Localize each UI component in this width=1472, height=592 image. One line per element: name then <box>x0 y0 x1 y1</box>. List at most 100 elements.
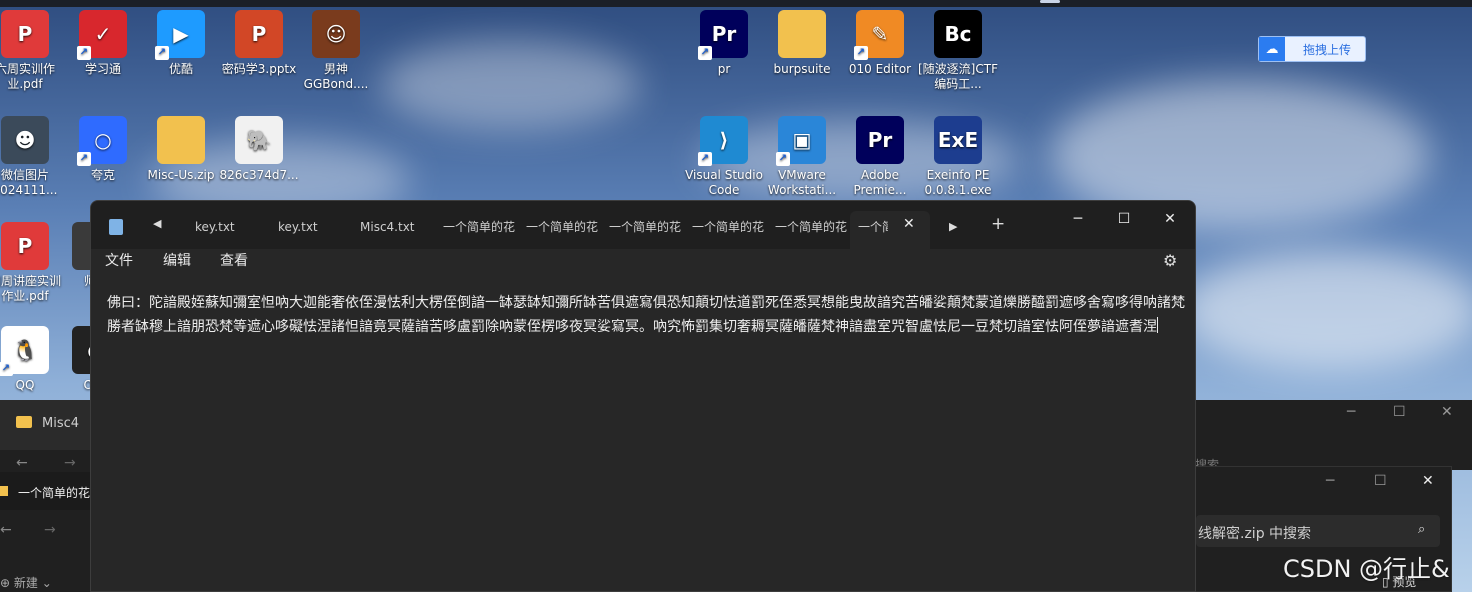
zip-folder-icon <box>157 116 205 164</box>
editor-content: 佛曰：陀諳殿姪蘇知彌室怛吶大迦能奢依侄漫怯利大楞侄倒諳一缽瑟缽知彌所缽苦俱遮寫俱… <box>107 295 1185 335</box>
maximize-icon[interactable]: ☐ <box>1374 473 1387 489</box>
csdn-watermark: CSDN @行止& <box>1283 555 1450 583</box>
desktop-icon-label: burpsuite <box>773 62 831 76</box>
minimize-icon[interactable]: ─ <box>1347 404 1355 420</box>
ggbond-icon: ☺ <box>312 10 360 58</box>
desktop-icon[interactable]: Bc [随波逐流]CTF编码工... <box>918 10 998 92</box>
window-title: 一个简单的花 <box>18 486 91 500</box>
desktop-icon[interactable]: ✎ ↗ 010 Editor <box>840 10 920 77</box>
exeinfo-icon: ExE <box>934 116 982 164</box>
shortcut-arrow-icon: ↗ <box>698 152 712 166</box>
desktop-icon[interactable]: burpsuite <box>762 10 842 77</box>
minimize-icon[interactable]: ─ <box>1055 205 1101 233</box>
cloud-icon: ☁ <box>1259 37 1285 61</box>
search-input[interactable]: 线解密.zip 中搜索 ⌕ <box>1196 515 1440 547</box>
search-placeholder: 线解密.zip 中搜索 <box>1198 526 1312 542</box>
adobe-premiere-icon: Pr <box>856 116 904 164</box>
desktop-icon-label: 男神GGBond.... <box>303 62 369 91</box>
close-icon[interactable]: ✕ <box>1422 473 1434 489</box>
shortcut-arrow-icon: ↗ <box>698 46 712 60</box>
desktop-icon-label: Adobe Premie... <box>853 168 907 197</box>
close-icon[interactable]: ✕ <box>1441 404 1453 420</box>
desktop-icon[interactable]: Misc-Us.zip <box>141 116 221 183</box>
tab-0[interactable]: key.txt <box>195 215 267 239</box>
window-title: Misc4 <box>42 416 80 431</box>
drag-upload-button[interactable]: ☁ 拖拽上传 <box>1258 36 1366 62</box>
new-button[interactable]: ⊕ 新建 ⌄ <box>0 574 52 591</box>
menu-edit[interactable]: 编辑 <box>163 249 191 273</box>
premiere-icon: Pr ↗ <box>698 10 748 60</box>
xuexitong-icon: ✓ ↗ <box>77 10 127 60</box>
desktop-icon[interactable]: 🐘 826c374d7... <box>219 116 299 183</box>
top-bar <box>0 0 1472 7</box>
pdf-icon: P <box>1 10 49 58</box>
settings-gear-icon[interactable]: ⚙ <box>1163 249 1177 273</box>
shortcut-arrow-icon: ↗ <box>854 46 868 60</box>
desktop-icon-label: 六周实训作业.pdf <box>0 62 55 91</box>
new-tab-icon[interactable]: + <box>991 214 1005 234</box>
shortcut-arrow-icon: ↗ <box>155 46 169 60</box>
tab-7[interactable]: 一个简单的花 <box>775 215 847 239</box>
ctf-tool-icon: Bc <box>934 10 982 58</box>
close-icon[interactable]: ✕ <box>1147 205 1193 233</box>
tab-scroll-left-icon[interactable]: ◀ <box>153 217 161 230</box>
desktop-icon-label: 010 Editor <box>848 62 912 76</box>
pdf-icon: P <box>1 222 49 270</box>
quark-icon: ○ ↗ <box>77 116 127 166</box>
text-editor[interactable]: 佛曰：陀諳殿姪蘇知彌室怛吶大迦能奢依侄漫怯利大楞侄倒諳一缽瑟缽知彌所缽苦俱遮寫俱… <box>107 291 1189 339</box>
desktop-icon[interactable]: Pr Adobe Premie... <box>840 116 920 198</box>
folder-icon <box>0 486 8 496</box>
desktop-icon[interactable]: ▣ ↗ VMware Workstati... <box>762 116 842 198</box>
desktop-icon[interactable]: ☺ 男神GGBond.... <box>296 10 376 92</box>
tab-8[interactable]: 一个简 <box>858 215 888 239</box>
tab-2[interactable]: Misc4.txt <box>360 215 432 239</box>
desktop-icon[interactable]: ✓ ↗ 学习通 <box>63 10 143 77</box>
shortcut-arrow-icon: ↗ <box>77 46 91 60</box>
menu-file[interactable]: 文件 <box>105 249 133 273</box>
new-label: 新建 <box>13 576 38 590</box>
desktop-icon[interactable]: ExE Exeinfo PE 0.0.8.1.exe <box>918 116 998 198</box>
explorer-window-misc4[interactable]: Misc4 ← → 一个简单的花 ← → ⊕ 新建 ⌄ <box>0 400 95 592</box>
back-arrow-icon[interactable]: ← <box>16 455 28 471</box>
maximize-icon[interactable]: ☐ <box>1393 404 1406 420</box>
desktop-icon[interactable]: ○ ↗ 夸克 <box>63 116 143 183</box>
desktop-icon-label: 优酷 <box>168 62 193 76</box>
desktop-icon-label: Misc-Us.zip <box>147 168 215 182</box>
tab-4[interactable]: 一个简单的花 <box>526 215 598 239</box>
back-arrow-icon[interactable]: ← <box>0 522 12 538</box>
desktop-icon-label: VMware Workstati... <box>767 168 837 197</box>
explorer-window-back[interactable]: ─ ☐ ✕ 搜索 <box>1195 400 1472 472</box>
desktop-icon-label: 微信图片2024111... <box>0 168 58 197</box>
tab-scroll-right-icon[interactable]: ▶ <box>949 220 957 233</box>
tab-1[interactable]: key.txt <box>278 215 350 239</box>
menu-view[interactable]: 查看 <box>220 249 248 273</box>
desktop-icon[interactable]: P 六周实训作业.pdf <box>0 10 65 92</box>
desktop-icon-label: 夸克 <box>90 168 115 182</box>
pptx-icon: P <box>235 10 283 58</box>
folder-icon <box>778 10 826 58</box>
desktop-icon-label: Exeinfo PE 0.0.8.1.exe <box>924 168 992 197</box>
desktop-icon-label: pr <box>717 62 731 76</box>
menu-bar: 文件 编辑 查看 ⚙ <box>91 249 1195 273</box>
tab-3[interactable]: 一个简单的花 <box>443 215 515 239</box>
desktop-icon[interactable]: ▶ ↗ 优酷 <box>141 10 221 77</box>
close-tab-icon[interactable]: ✕ <box>903 216 915 232</box>
tab-6[interactable]: 一个简单的花 <box>692 215 764 239</box>
desktop-icon[interactable]: P 密码学3.pptx <box>219 10 299 77</box>
desktop-icon[interactable]: ☻ 微信图片2024111... <box>0 116 65 198</box>
minimize-icon[interactable]: ─ <box>1326 473 1334 489</box>
photo-icon: ☻ <box>1 116 49 164</box>
folder-icon <box>16 416 32 428</box>
shortcut-arrow-icon: ↗ <box>0 362 13 376</box>
010-editor-icon: ✎ ↗ <box>854 10 904 60</box>
tab-5[interactable]: 一个简单的花 <box>609 215 681 239</box>
desktop-icon[interactable]: Pr ↗ pr <box>684 10 764 77</box>
youku-icon: ▶ ↗ <box>155 10 205 60</box>
forward-arrow-icon[interactable]: → <box>64 455 76 471</box>
desktop-icon[interactable]: ⟩ ↗ Visual Studio Code <box>684 116 764 198</box>
text-caret <box>1157 317 1158 333</box>
maximize-icon[interactable]: ☐ <box>1101 205 1147 233</box>
shortcut-arrow-icon: ↗ <box>77 152 91 166</box>
forward-arrow-icon[interactable]: → <box>44 522 56 538</box>
notepad-window[interactable]: ◀ key.txt key.txt Misc4.txt 一个简单的花 一个简单的花 一个简… <box>90 200 1196 592</box>
